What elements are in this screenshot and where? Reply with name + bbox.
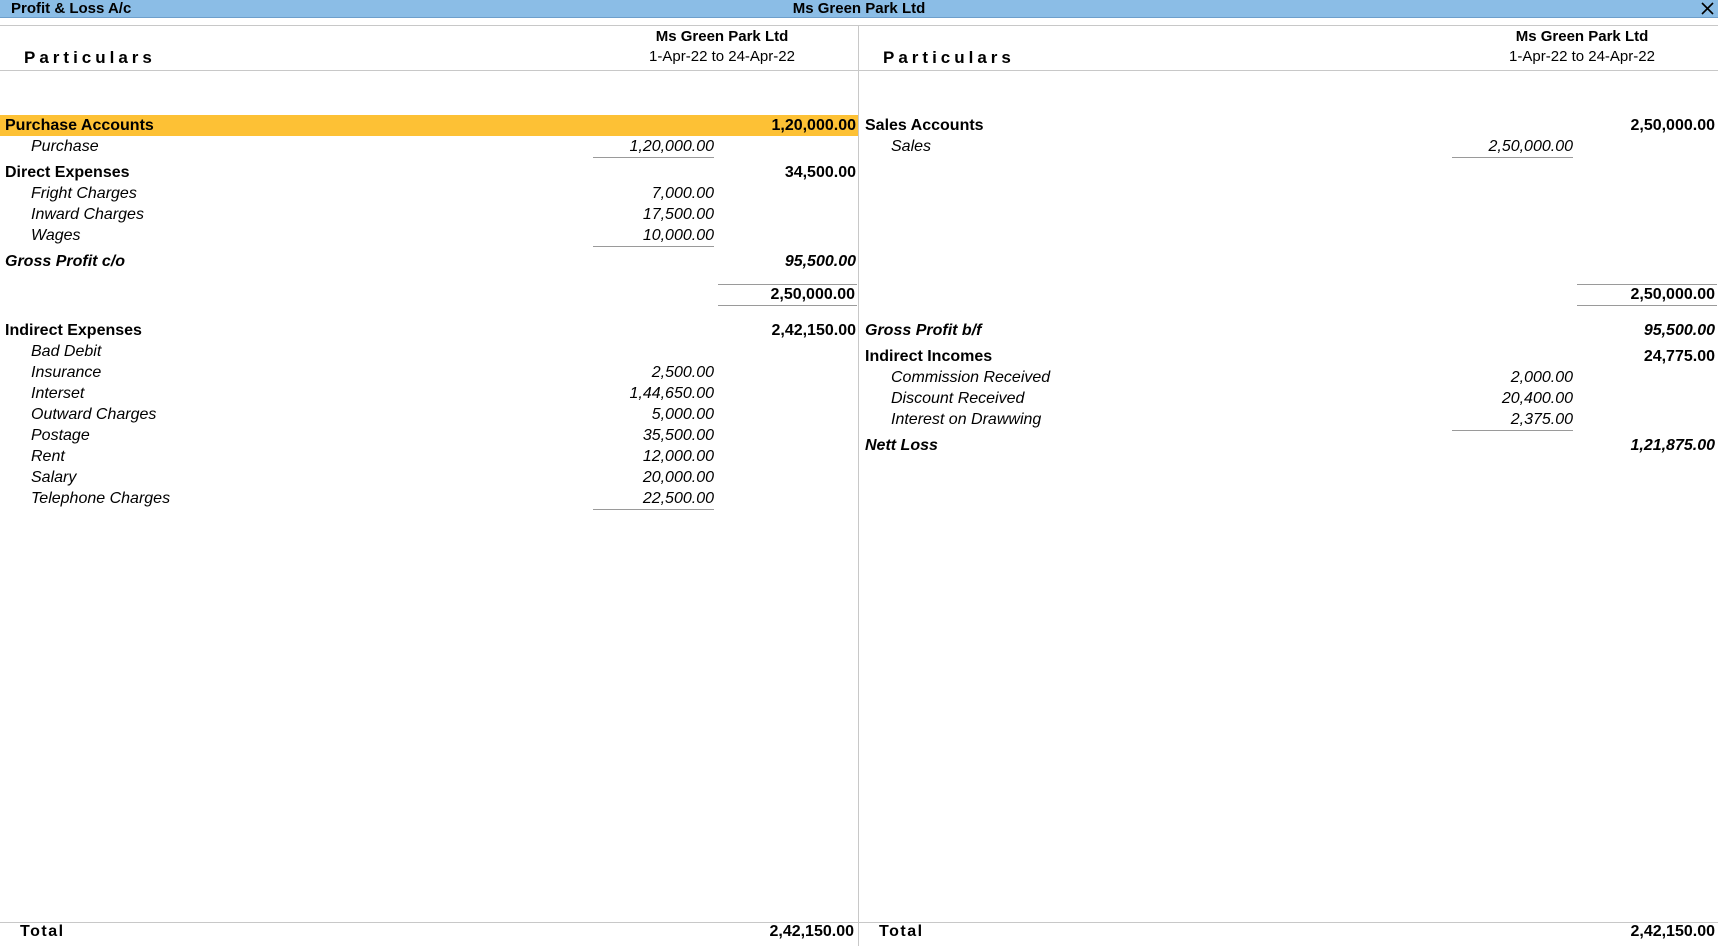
ledger-group-purchase-accounts[interactable]: Purchase Accounts 1,20,000.00 xyxy=(0,115,858,136)
calc-amount: 95,500.00 xyxy=(1643,322,1715,339)
group-amount: 24,775.00 xyxy=(1643,348,1715,365)
left-subtotal: 2,50,000.00 xyxy=(718,284,857,306)
header-rule-bottom xyxy=(0,70,1718,71)
footer-rule xyxy=(0,922,1718,923)
left-total-amount: 2,42,150.00 xyxy=(769,923,854,940)
header-rule-top xyxy=(0,25,1718,26)
ledger-item-rent[interactable]: Rent 12,000.00 xyxy=(0,446,858,467)
item-amount: 1,44,650.00 xyxy=(629,385,714,402)
right-total-label: Total xyxy=(879,923,924,940)
column-divider xyxy=(858,26,859,946)
item-amount: 2,000.00 xyxy=(1510,369,1573,386)
ledger-item-salary[interactable]: Salary 20,000.00 xyxy=(0,467,858,488)
left-particulars-header: Particulars xyxy=(24,48,156,67)
item-name: Fright Charges xyxy=(31,185,137,202)
item-amount: 17,500.00 xyxy=(642,206,714,223)
group-amount: 2,42,150.00 xyxy=(771,322,856,339)
ledger-group-sales-accounts[interactable]: Sales Accounts 2,50,000.00 xyxy=(859,115,1718,136)
item-name: Salary xyxy=(31,469,77,486)
ledger-group-direct-expenses[interactable]: Direct Expenses 34,500.00 xyxy=(0,162,858,183)
right-subtotal: 2,50,000.00 xyxy=(1577,284,1717,306)
ledger-item-bad-debit[interactable]: Bad Debit xyxy=(0,341,858,362)
calc-name: Gross Profit b/f xyxy=(865,322,982,339)
ledger-item-wages[interactable]: Wages 10,000.00 xyxy=(0,225,858,246)
group-amount: 2,50,000.00 xyxy=(1630,117,1715,134)
item-name: Purchase xyxy=(31,138,99,155)
group-name: Indirect Expenses xyxy=(5,322,142,339)
close-button[interactable] xyxy=(1696,0,1718,17)
nett-loss-row[interactable]: Nett Loss 1,21,875.00 xyxy=(859,435,1718,456)
calc-name: Gross Profit c/o xyxy=(5,253,126,270)
item-amount: 5,000.00 xyxy=(651,406,714,423)
item-underline xyxy=(1452,157,1573,158)
report-title: Profit & Loss A/c xyxy=(11,0,132,17)
group-amount: 34,500.00 xyxy=(784,164,856,181)
item-name: Interest on Drawwing xyxy=(891,411,1042,428)
item-underline xyxy=(1452,430,1573,431)
item-name: Wages xyxy=(31,227,81,244)
group-name: Sales Accounts xyxy=(865,117,984,134)
item-name: Bad Debit xyxy=(31,343,102,360)
ledger-item-postage[interactable]: Postage 35,500.00 xyxy=(0,425,858,446)
item-name: Commission Received xyxy=(891,369,1051,386)
group-name: Indirect Incomes xyxy=(865,348,993,365)
ledger-item-telephone-charges[interactable]: Telephone Charges 22,500.00 xyxy=(0,488,858,509)
group-name: Direct Expenses xyxy=(5,164,130,181)
ledger-item-discount-received[interactable]: Discount Received 20,400.00 xyxy=(859,388,1718,409)
left-column-period: 1-Apr-22 to 24-Apr-22 xyxy=(649,48,795,65)
subtotal-amount: 2,50,000.00 xyxy=(1630,286,1715,303)
ledger-item-outward-charges[interactable]: Outward Charges 5,000.00 xyxy=(0,404,858,425)
ledger-item-fright-charges[interactable]: Fright Charges 7,000.00 xyxy=(0,183,858,204)
gross-profit-co-row[interactable]: Gross Profit c/o 95,500.00 xyxy=(0,251,858,272)
item-underline xyxy=(593,246,714,247)
group-name: Purchase Accounts xyxy=(5,117,154,134)
item-name: Outward Charges xyxy=(31,406,157,423)
item-name: Postage xyxy=(31,427,90,444)
left-column-company: Ms Green Park Ltd xyxy=(655,28,789,45)
left-total-label: Total xyxy=(20,923,65,940)
company-title: Ms Green Park Ltd xyxy=(792,0,926,17)
item-name: Inward Charges xyxy=(31,206,144,223)
ledger-item-commission-received[interactable]: Commission Received 2,000.00 xyxy=(859,367,1718,388)
ledger-item-sales[interactable]: Sales 2,50,000.00 xyxy=(859,136,1718,157)
item-amount: 35,500.00 xyxy=(642,427,714,444)
right-column-period: 1-Apr-22 to 24-Apr-22 xyxy=(1509,48,1655,65)
item-amount: 7,000.00 xyxy=(651,185,714,202)
item-amount: 2,50,000.00 xyxy=(1488,138,1573,155)
item-amount: 2,500.00 xyxy=(651,364,714,381)
item-amount: 20,400.00 xyxy=(1501,390,1573,407)
calc-amount: 1,21,875.00 xyxy=(1630,437,1715,454)
ledger-group-indirect-incomes[interactable]: Indirect Incomes 24,775.00 xyxy=(859,346,1718,367)
item-amount: 22,500.00 xyxy=(642,490,714,507)
item-name: Insurance xyxy=(31,364,102,381)
ledger-item-insurance[interactable]: Insurance 2,500.00 xyxy=(0,362,858,383)
right-particulars-header: Particulars xyxy=(883,48,1015,67)
item-amount: 20,000.00 xyxy=(642,469,714,486)
item-name: Telephone Charges xyxy=(31,490,171,507)
calc-amount: 95,500.00 xyxy=(784,253,856,270)
subtotal-amount: 2,50,000.00 xyxy=(770,286,855,303)
item-name: Sales xyxy=(891,138,932,155)
item-name: Rent xyxy=(31,448,65,465)
ledger-group-indirect-expenses[interactable]: Indirect Expenses 2,42,150.00 xyxy=(0,320,858,341)
right-total-amount: 2,42,150.00 xyxy=(1630,923,1715,940)
close-icon xyxy=(1701,2,1714,15)
item-amount: 12,000.00 xyxy=(642,448,714,465)
ledger-item-purchase[interactable]: Purchase 1,20,000.00 xyxy=(0,136,858,157)
item-underline xyxy=(593,509,714,510)
ledger-item-inward-charges[interactable]: Inward Charges 17,500.00 xyxy=(0,204,858,225)
item-underline xyxy=(593,157,714,158)
ledger-item-interest-on-drawwing[interactable]: Interest on Drawwing 2,375.00 xyxy=(859,409,1718,430)
ledger-item-interset[interactable]: Interset 1,44,650.00 xyxy=(0,383,858,404)
right-column-company: Ms Green Park Ltd xyxy=(1515,28,1649,45)
item-amount: 1,20,000.00 xyxy=(629,138,714,155)
item-name: Interset xyxy=(31,385,85,402)
item-name: Discount Received xyxy=(891,390,1025,407)
title-bar: Profit & Loss A/c Ms Green Park Ltd xyxy=(0,0,1718,18)
item-amount: 10,000.00 xyxy=(642,227,714,244)
item-amount: 2,375.00 xyxy=(1510,411,1573,428)
gross-profit-bf-row[interactable]: Gross Profit b/f 95,500.00 xyxy=(859,320,1718,341)
group-amount: 1,20,000.00 xyxy=(771,117,856,134)
calc-name: Nett Loss xyxy=(865,437,938,454)
